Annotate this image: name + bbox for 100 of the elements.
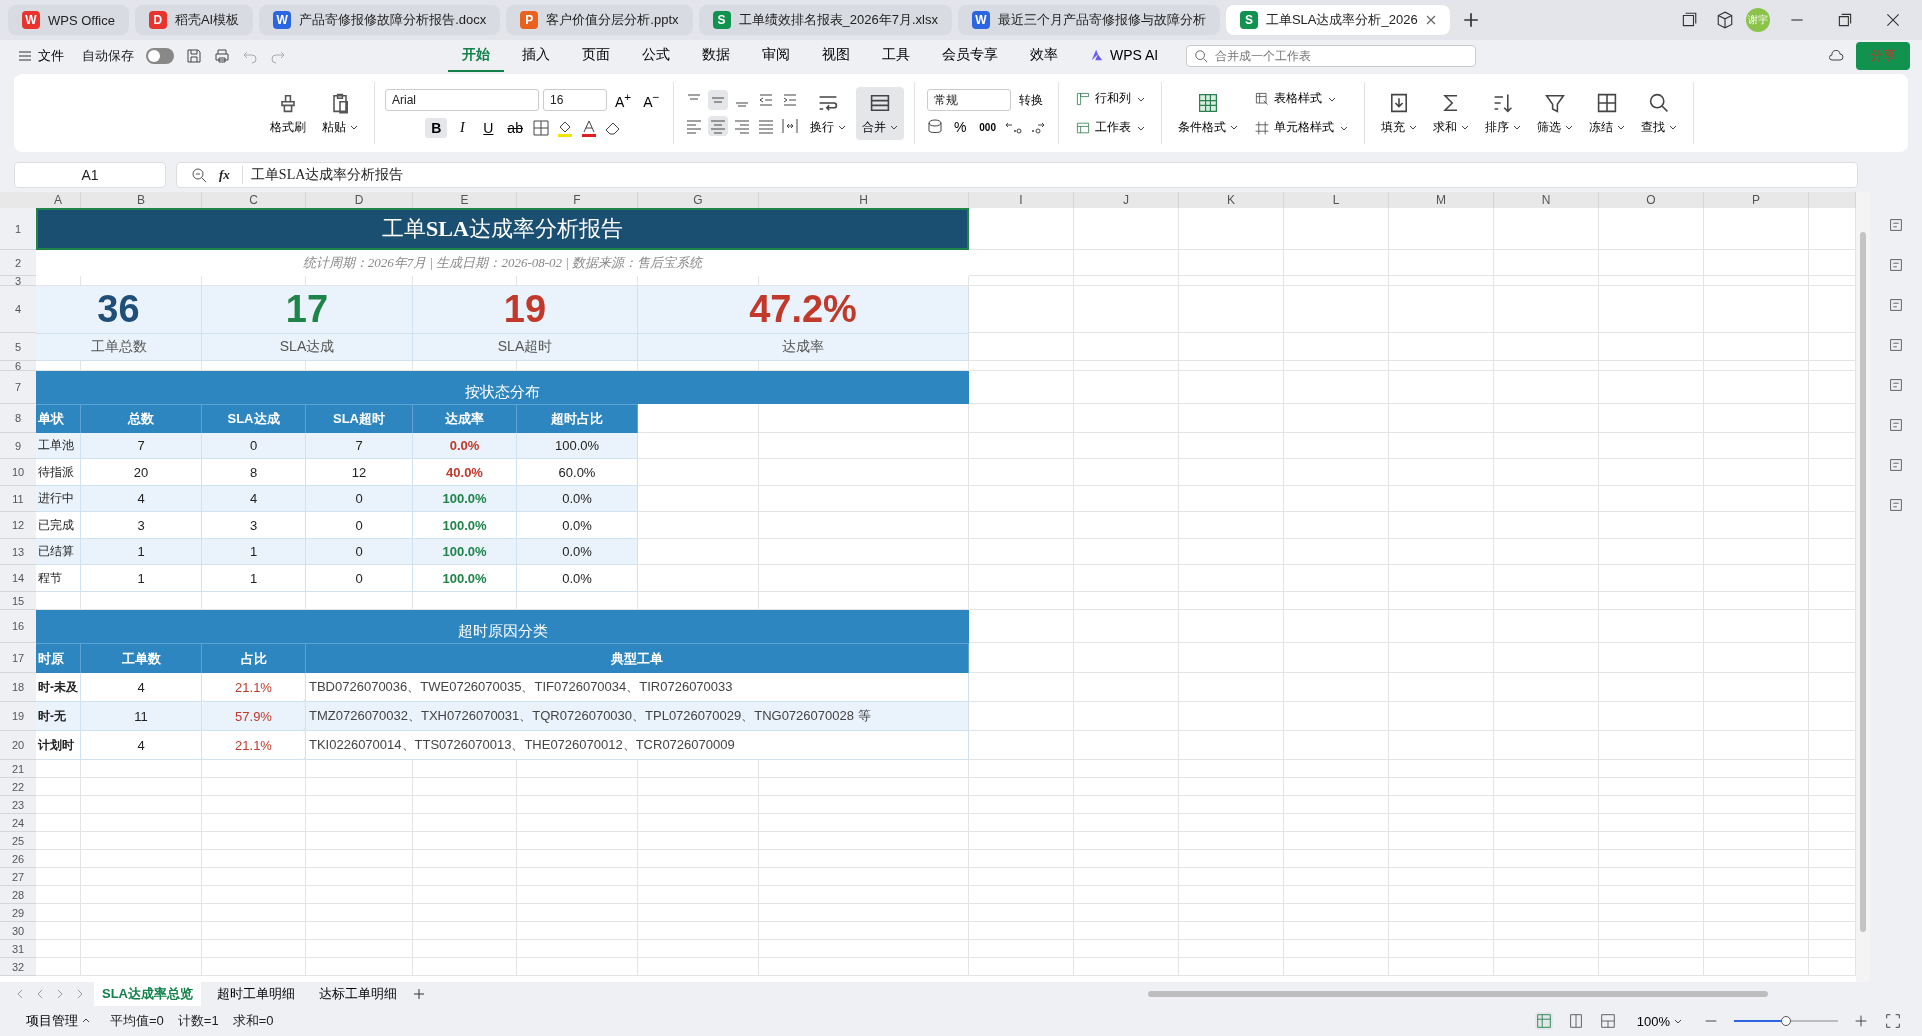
shrink-font-button[interactable]: A$^{−}$ (639, 88, 664, 112)
document-tab[interactable]: D 稻壳AI模板 (134, 5, 254, 35)
kpi-label: 工单总数 (36, 333, 202, 361)
document-tab[interactable]: S 工单SLA达成率分析_2026 (1225, 5, 1450, 35)
search-field[interactable]: 合并成一个工作表 (1186, 45, 1477, 67)
side-panel-icon[interactable] (1887, 416, 1905, 434)
document-tab[interactable]: W 最近三个月产品寄修报修与故障分析 (957, 5, 1220, 35)
formula-text: 工单SLA达成率分析报告 (241, 166, 404, 184)
scroll-thumb[interactable] (1860, 232, 1866, 932)
formula-bar[interactable]: fx 工单SLA达成率分析报告 (176, 162, 1858, 188)
format-button[interactable]: ab (503, 117, 527, 138)
view-icon[interactable] (1534, 1012, 1553, 1030)
ribbon-tab[interactable]: 工具 (868, 40, 924, 72)
restore-icon[interactable] (1836, 11, 1854, 29)
cube-icon[interactable] (1716, 11, 1734, 29)
align-icon[interactable] (708, 90, 729, 110)
format-button[interactable]: I (451, 117, 474, 138)
document-tab[interactable]: W 产品寄修报修故障分析报告.docx (259, 5, 501, 35)
ribbon-button[interactable]: 换行 (804, 86, 853, 140)
ribbon-tab[interactable]: 页面 (568, 40, 624, 72)
ribbon-button[interactable]: 条件格式 (1172, 86, 1244, 140)
caret-icon (1461, 123, 1469, 131)
ribbon-button[interactable]: 查找 (1635, 86, 1683, 140)
ribbon-button[interactable]: 行和列 (1069, 87, 1151, 110)
row-number: 24 (0, 814, 36, 832)
percent-button[interactable]: % (949, 117, 972, 137)
name-box[interactable]: A1 (14, 162, 166, 188)
ribbon-tab[interactable]: 效率 (1016, 40, 1072, 72)
ribbon-tab[interactable]: 审阅 (748, 40, 804, 72)
ribbon-tab[interactable]: 视图 (808, 40, 864, 72)
sheet-tab[interactable]: 达标工单明细 (311, 982, 405, 1006)
column-header: M (1389, 192, 1494, 208)
cloud-icon[interactable] (1828, 48, 1844, 64)
grow-font-button[interactable]: A$^{+}$ (611, 88, 636, 112)
ribbon-tab[interactable]: 开始 (448, 40, 504, 72)
kpi-value: 17 (202, 286, 413, 333)
ribbon-button[interactable]: 筛选 (1531, 86, 1579, 140)
format-button[interactable]: U (477, 117, 500, 138)
table-cell: 0.0% (517, 512, 638, 539)
align-icon[interactable] (708, 116, 729, 136)
sheet-tab[interactable]: SLA达成率总览 (94, 982, 201, 1006)
ribbon-button[interactable]: 冻结 (1583, 86, 1631, 140)
ribbon-button[interactable]: 求和 (1427, 86, 1475, 140)
ribbon-button[interactable]: 表格样式 (1248, 87, 1354, 110)
function-label[interactable]: fx (219, 167, 230, 183)
ribbon-tab[interactable]: 数据 (688, 40, 744, 72)
ribbon-tab[interactable]: 插入 (508, 40, 564, 72)
ribbon-button[interactable]: 工作表 (1069, 116, 1151, 139)
column-header: K (1179, 192, 1284, 208)
close-icon[interactable] (1884, 11, 1902, 29)
table-cell: 0.0% (517, 486, 638, 512)
side-panel-icon[interactable] (1887, 336, 1905, 354)
table-cell: 21.1% (202, 673, 306, 702)
borders-icon[interactable] (530, 117, 551, 138)
autosave-toggle[interactable] (146, 48, 174, 64)
font-family-field[interactable]: Arial (385, 89, 539, 111)
ribbon-button[interactable]: 粘贴 (316, 86, 364, 140)
ribbon-button[interactable]: 填充 (1375, 86, 1423, 140)
close-icon[interactable] (1425, 15, 1436, 25)
side-panel-icon[interactable] (1887, 256, 1905, 274)
sheet-tab[interactable]: 超时工单明细 (209, 982, 303, 1006)
window-icon[interactable] (1680, 11, 1698, 29)
document-tab[interactable]: W WPS Office (8, 5, 129, 35)
save-icon[interactable] (186, 48, 202, 64)
side-panel-icon[interactable] (1887, 496, 1905, 514)
file-menu[interactable]: 文件 (12, 46, 70, 66)
ribbon-button[interactable]: 合并 (856, 86, 905, 140)
side-panel-icon[interactable] (1887, 296, 1905, 314)
table-cell: 工单池 (36, 433, 81, 459)
table-cell: 3 (202, 512, 306, 539)
column-header: I (969, 192, 1074, 208)
ai-tab[interactable]: WPS AI (1076, 41, 1173, 71)
zoom-icon[interactable] (191, 167, 207, 183)
vertical-scrollbar[interactable] (1856, 192, 1870, 982)
plus-icon[interactable] (413, 988, 425, 1000)
ribbon-button[interactable]: 单元格样式 (1248, 116, 1354, 139)
ribbon-button[interactable]: 排序 (1479, 86, 1527, 140)
document-tab[interactable]: S 工单绩效排名报表_2026年7月.xlsx (698, 5, 952, 35)
table-header: 典型工单 (306, 643, 969, 673)
plus-icon[interactable] (1461, 11, 1480, 29)
side-panel-icon[interactable] (1887, 376, 1905, 394)
fullscreen-icon[interactable] (1884, 1012, 1902, 1030)
number-format-field[interactable]: 常规 (926, 89, 1011, 111)
convert-button[interactable]: 转换 (1014, 89, 1047, 111)
scroll-thumb[interactable] (1148, 991, 1768, 997)
zoom-level[interactable]: 100% (1630, 1012, 1688, 1030)
project-button[interactable]: 项目管理 (20, 1011, 96, 1031)
ribbon-tab[interactable]: 会员专享 (928, 40, 1012, 72)
thousands-button[interactable]: 000 (975, 119, 1000, 135)
ribbon-tab[interactable]: 公式 (628, 40, 684, 72)
align-icon[interactable] (780, 116, 801, 136)
side-panel-icon[interactable] (1887, 456, 1905, 474)
side-panel-icon[interactable] (1887, 216, 1905, 234)
view-icon[interactable] (1598, 1012, 1617, 1030)
caret-icon (82, 1017, 90, 1025)
print-icon[interactable] (214, 48, 230, 64)
ribbon-button[interactable]: 格式刷 (264, 86, 312, 140)
format-button[interactable]: B (425, 117, 448, 138)
font-size-field[interactable]: 16 (543, 89, 607, 111)
document-tab[interactable]: P 客户价值分层分析.pptx (506, 5, 693, 35)
